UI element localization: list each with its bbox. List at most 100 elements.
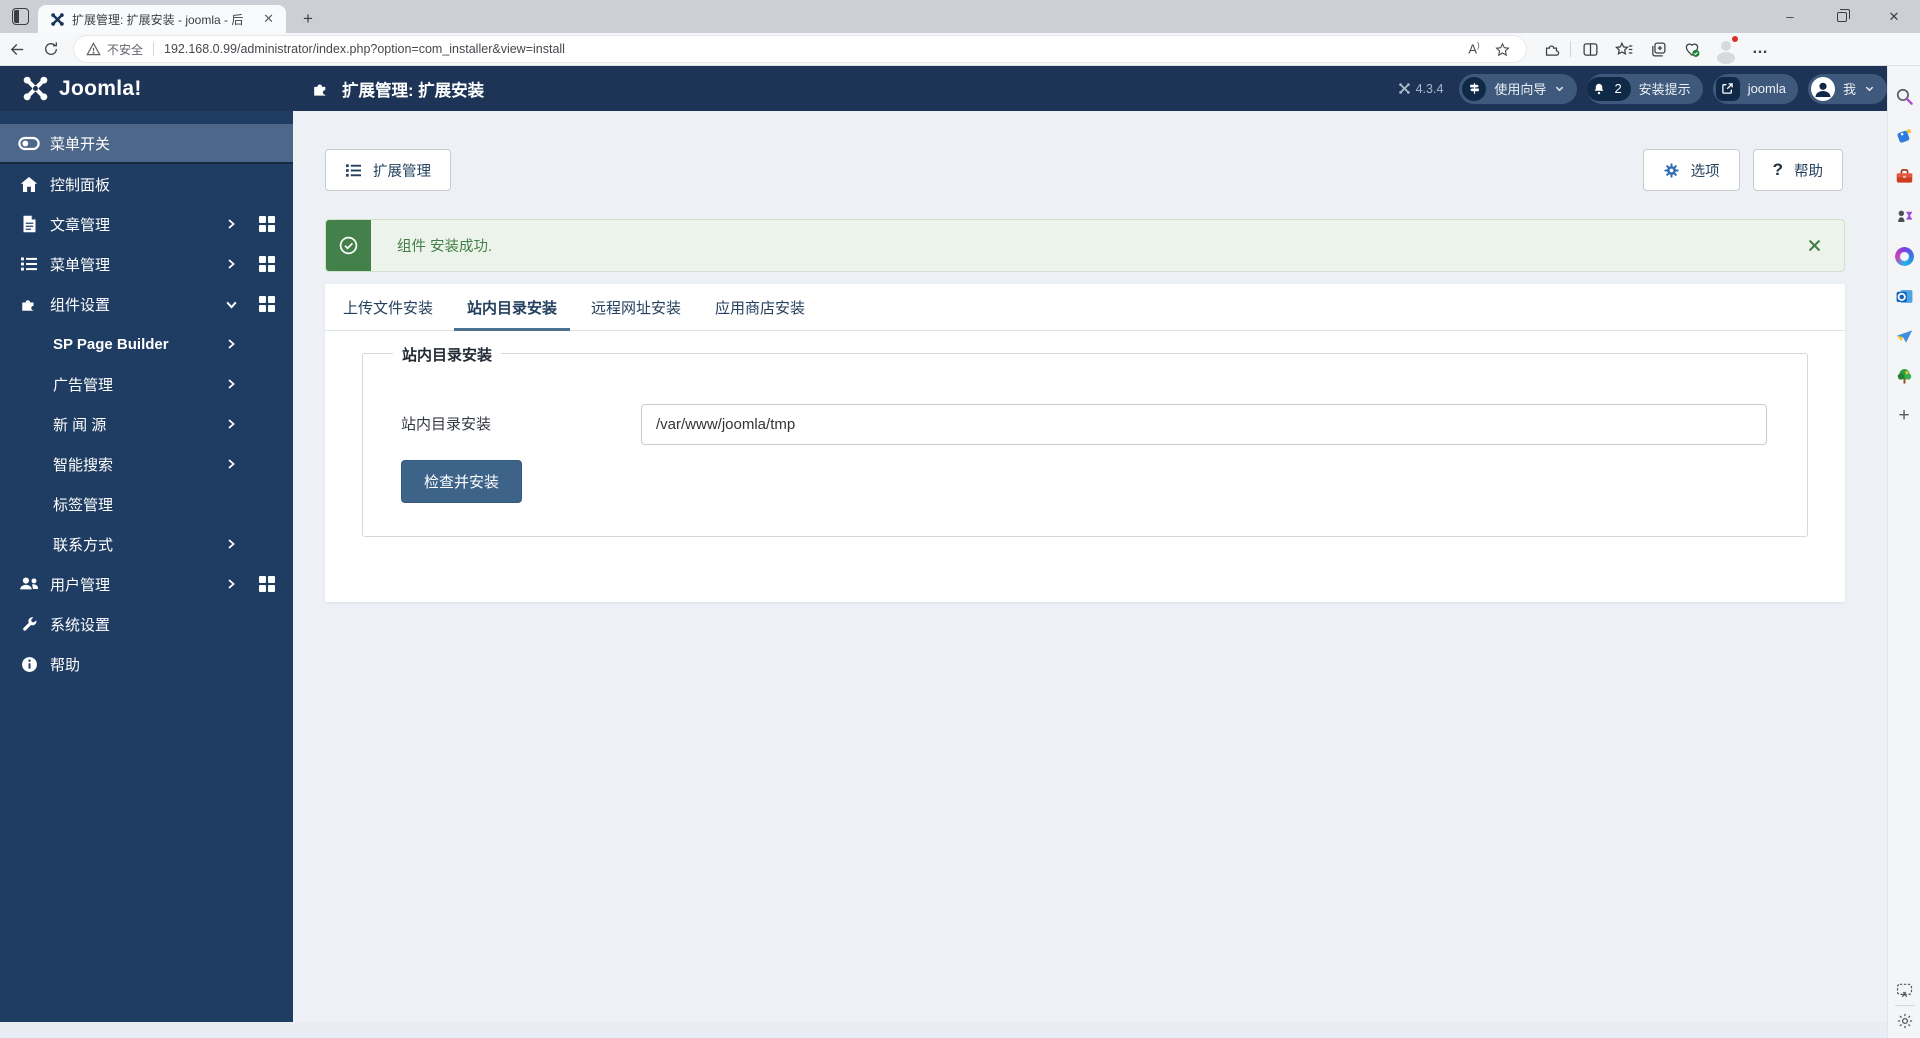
browser-tab[interactable]: 扩展管理: 扩展安装 - joomla - 后 ✕ bbox=[38, 5, 286, 33]
sidebar-item-contacts[interactable]: 联系方式 bbox=[0, 524, 293, 564]
puzzle-icon bbox=[314, 84, 326, 96]
question-icon: ? bbox=[1772, 160, 1783, 179]
url-text: 192.168.0.99/administrator/index.php?opt… bbox=[164, 42, 565, 56]
sidebar-shopping-icon[interactable] bbox=[1888, 116, 1920, 156]
rail-divider bbox=[1894, 1005, 1915, 1006]
tab-install-from-folder[interactable]: 站内目录安装 bbox=[450, 284, 574, 331]
sidebar-toolbox-icon[interactable] bbox=[1888, 156, 1920, 196]
alert-close-icon[interactable] bbox=[1807, 220, 1844, 271]
sidebar-item-components[interactable]: 组件设置 bbox=[0, 284, 293, 324]
notifications-dropdown[interactable]: 2 安装提示 bbox=[1587, 73, 1703, 104]
logo-text: Joomla! bbox=[59, 76, 142, 100]
extension-manager-button[interactable]: 扩展管理 bbox=[325, 149, 451, 191]
favorites-list-icon[interactable] bbox=[1607, 35, 1641, 63]
bell-icon bbox=[1590, 77, 1608, 101]
sidebar-m365-copilot-icon[interactable] bbox=[1888, 236, 1920, 276]
install-folder-fieldset: 站内目录安装 站内目录安装 检查并安装 bbox=[362, 344, 1808, 537]
security-label: 不安全 bbox=[107, 42, 144, 57]
success-alert: 组件 安装成功. bbox=[325, 219, 1845, 272]
directory-field-label: 站内目录安装 bbox=[401, 416, 492, 433]
dashboard-grid-icon[interactable] bbox=[259, 576, 275, 592]
sidebar-item-system[interactable]: 系统设置 bbox=[0, 604, 293, 644]
split-screen-icon[interactable] bbox=[1573, 35, 1607, 63]
screen: 扩展管理: 扩展安装 - joomla - 后 ✕ + – ✕ 不安全 192.… bbox=[0, 0, 1920, 1038]
user-icon bbox=[1810, 76, 1835, 101]
chevron-right-icon bbox=[228, 379, 235, 389]
chevron-down-icon bbox=[225, 301, 237, 309]
joomla-logo[interactable]: Joomla! bbox=[0, 75, 293, 102]
sidebar-tree-icon[interactable] bbox=[1888, 356, 1920, 396]
window-close-button[interactable]: ✕ bbox=[1868, 0, 1920, 33]
check-and-install-button[interactable]: 检查并安装 bbox=[401, 460, 523, 503]
signpost-icon bbox=[1462, 76, 1487, 101]
preview-site-link[interactable]: joomla bbox=[1712, 73, 1798, 104]
sidebar-item-banners[interactable]: 广告管理 bbox=[0, 364, 293, 404]
tab-close-icon[interactable]: ✕ bbox=[259, 11, 278, 27]
success-check-icon bbox=[326, 220, 371, 271]
sidebar-settings-gear-icon[interactable] bbox=[1896, 1012, 1914, 1030]
toolbar-divider bbox=[1570, 41, 1571, 57]
sidebar-games-icon[interactable] bbox=[1888, 196, 1920, 236]
sidebar-item-users[interactable]: 用户管理 bbox=[0, 564, 293, 604]
refresh-button[interactable] bbox=[34, 35, 68, 63]
sidebar-outlook-icon[interactable] bbox=[1888, 276, 1920, 316]
guide-dropdown[interactable]: 使用向导 bbox=[1459, 73, 1578, 104]
tab-install-from-url[interactable]: 远程网址安装 bbox=[574, 284, 698, 330]
sidebar-item-help[interactable]: 帮助 bbox=[0, 644, 293, 684]
list-icon bbox=[18, 256, 40, 272]
tab-title: 扩展管理: 扩展安装 - joomla - 后 bbox=[72, 12, 244, 27]
main-content: 扩展管理 选项 ? 帮助 组件 安装成功. 上传文件安装 站内目录安装 远程网址… bbox=[293, 111, 1887, 1022]
account-dropdown[interactable]: 我 bbox=[1807, 73, 1887, 104]
chevron-down-icon bbox=[1865, 86, 1874, 92]
puzzle-icon bbox=[18, 295, 40, 313]
users-icon bbox=[18, 576, 40, 592]
fieldset-legend: 站内目录安装 bbox=[393, 344, 502, 365]
window-minimize-button[interactable]: – bbox=[1764, 0, 1816, 33]
joomla-favicon-icon bbox=[51, 12, 64, 26]
dashboard-grid-icon[interactable] bbox=[259, 296, 275, 312]
dashboard-grid-icon[interactable] bbox=[259, 256, 275, 272]
collections-icon[interactable] bbox=[1641, 35, 1675, 63]
sidebar-item-dashboard[interactable]: 控制面板 bbox=[0, 164, 293, 204]
sidebar-item-news-feeds[interactable]: 新 闻 源 bbox=[0, 404, 293, 444]
notifications-count-badge: 2 bbox=[1587, 76, 1631, 101]
help-button[interactable]: ? 帮助 bbox=[1752, 149, 1843, 191]
tab-workspaces-icon[interactable] bbox=[12, 8, 29, 25]
new-tab-button[interactable]: + bbox=[296, 7, 320, 31]
chevron-right-icon bbox=[228, 459, 235, 469]
directory-input[interactable] bbox=[641, 404, 1767, 445]
alert-message: 组件 安装成功. bbox=[397, 239, 493, 255]
sidebar-item-menu-toggle[interactable]: 菜单开关 bbox=[0, 124, 293, 164]
sidebar-item-sp-page-builder[interactable]: SP Page Builder bbox=[0, 324, 293, 364]
tab-install-from-web[interactable]: 应用商店安装 bbox=[698, 284, 822, 330]
sidebar-item-tags[interactable]: 标签管理 bbox=[0, 484, 293, 524]
read-aloud-icon[interactable]: A) bbox=[1460, 41, 1488, 56]
sidebar-item-menus[interactable]: 菜单管理 bbox=[0, 244, 293, 284]
toggle-icon bbox=[18, 136, 40, 151]
sidebar-item-content[interactable]: 文章管理 bbox=[0, 204, 293, 244]
sidebar-item-smart-search[interactable]: 智能搜索 bbox=[0, 444, 293, 484]
page-bottom-strip bbox=[0, 1022, 1887, 1038]
home-icon bbox=[18, 176, 40, 193]
favorite-star-icon[interactable] bbox=[1488, 42, 1516, 57]
settings-menu-icon[interactable]: … bbox=[1743, 35, 1777, 63]
sidebar-search-icon[interactable] bbox=[1888, 76, 1920, 116]
address-divider bbox=[153, 42, 155, 56]
dashboard-grid-icon[interactable] bbox=[259, 216, 275, 232]
chevron-right-icon bbox=[228, 339, 235, 349]
window-restore-button[interactable] bbox=[1816, 0, 1868, 33]
options-button[interactable]: 选项 bbox=[1642, 149, 1740, 191]
profile-avatar[interactable] bbox=[1709, 35, 1743, 63]
sidebar-add-icon[interactable]: + bbox=[1888, 396, 1920, 436]
back-button[interactable] bbox=[0, 35, 34, 63]
joomla-version-icon bbox=[1398, 83, 1410, 94]
tab-upload-package[interactable]: 上传文件安装 bbox=[326, 284, 450, 330]
restore-icon bbox=[1837, 8, 1850, 22]
chevron-down-icon bbox=[1556, 86, 1564, 92]
sidebar-drop-icon[interactable] bbox=[1888, 316, 1920, 356]
gear-icon bbox=[1664, 162, 1679, 178]
browser-essentials-icon[interactable] bbox=[1675, 35, 1709, 63]
web-capture-icon[interactable] bbox=[1895, 982, 1914, 999]
extensions-icon[interactable] bbox=[1534, 35, 1568, 63]
address-bar[interactable]: 不安全 192.168.0.99/administrator/index.php… bbox=[74, 36, 1526, 62]
